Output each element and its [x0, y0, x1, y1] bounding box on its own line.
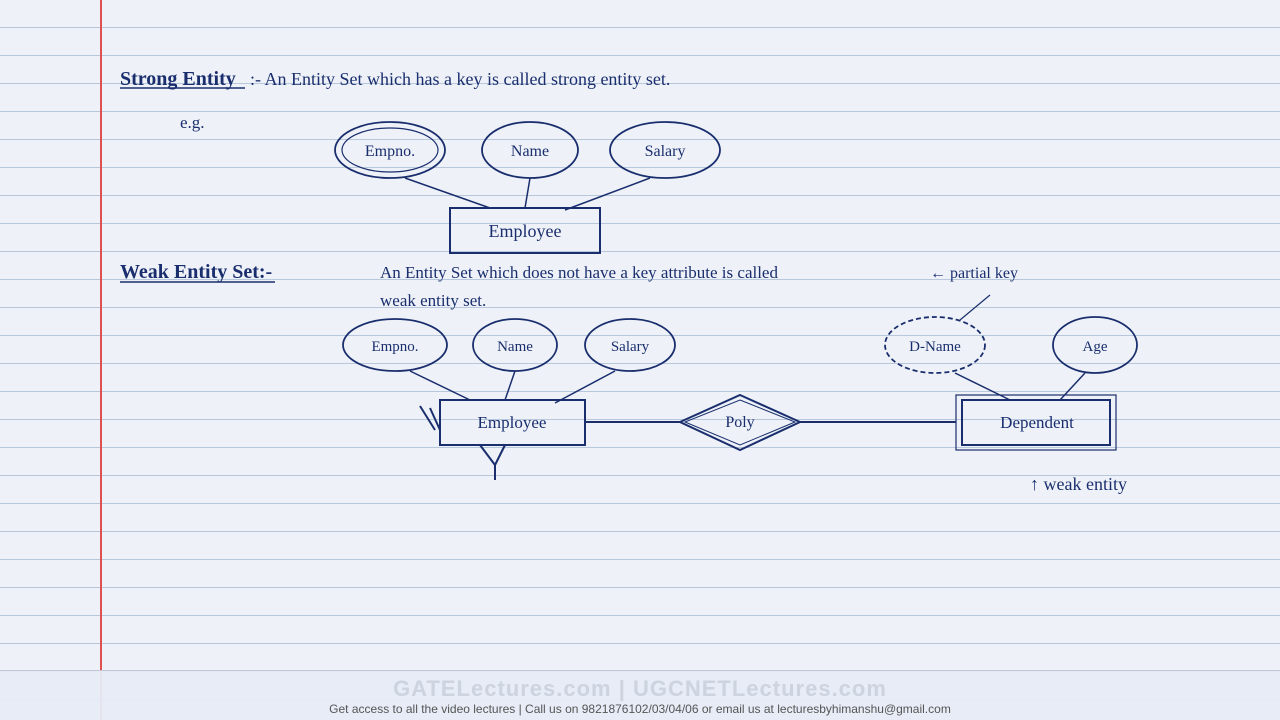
employee-entity-weak: Employee: [478, 413, 547, 432]
contact-info: Get access to all the video lectures | C…: [329, 702, 951, 716]
employee-entity-strong: Employee: [489, 221, 562, 241]
empno-attr-weak: Empno.: [371, 339, 418, 355]
watermark: GATELectures.com | UGCNETLectures.com: [393, 676, 887, 702]
weak-entity-def-1: An Entity Set which does not have a key …: [380, 263, 778, 282]
relationship-label: Poly: [725, 414, 754, 431]
age-attr: Age: [1083, 339, 1108, 355]
salary-attr-weak: Salary: [611, 339, 650, 355]
weak-entity-note: ↑ weak entity: [1030, 474, 1127, 494]
notes-diagram: Strong Entity :- An Entity Set which has…: [100, 0, 1280, 690]
partial-key-label: ← partial key: [930, 265, 1018, 282]
strong-entity-definition: :- An Entity Set which has a key is call…: [250, 69, 670, 89]
name-attribute-strong: Name: [511, 143, 549, 160]
strong-entity-heading: Strong Entity: [120, 68, 236, 90]
eg-label: e.g.: [180, 113, 205, 132]
dependent-entity: Dependent: [1000, 413, 1074, 432]
name-attr-weak: Name: [497, 339, 533, 355]
dname-attr: D-Name: [909, 339, 961, 355]
main-content: Strong Entity :- An Entity Set which has…: [100, 0, 1280, 690]
salary-attribute-strong: Salary: [645, 143, 686, 160]
bottom-bar: GATELectures.com | UGCNETLectures.com Ge…: [0, 670, 1280, 720]
empno-attribute: Empno.: [365, 143, 415, 160]
weak-entity-def-2: weak entity set.: [380, 291, 486, 310]
weak-entity-heading: Weak Entity Set:-: [120, 261, 272, 283]
